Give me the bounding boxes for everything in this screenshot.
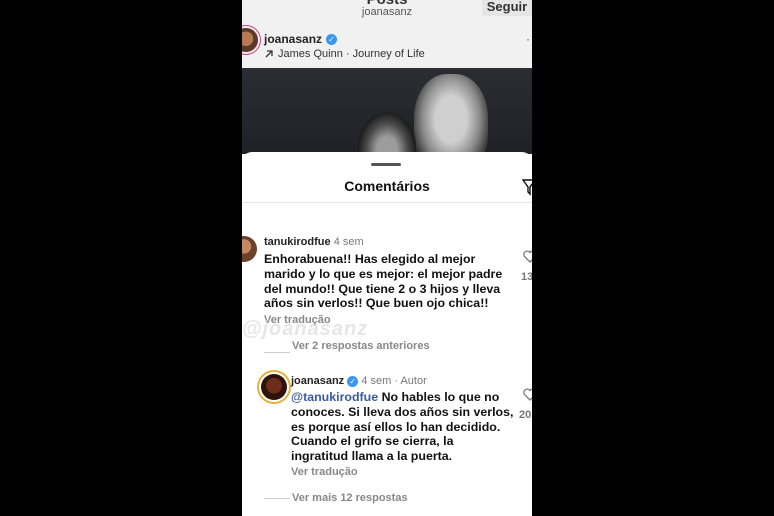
view-more-replies[interactable]: Ver mais 12 respostas <box>292 492 408 504</box>
heart-icon[interactable] <box>523 250 532 263</box>
comment-line: Cuando el grifo se cierra, la <box>291 434 454 449</box>
post-username[interactable]: joanasanz ✓ <box>264 32 338 46</box>
comment-meta: joanasanz ✓ 4 sem · Autor <box>291 375 427 387</box>
author-tag: · Autor <box>394 375 427 387</box>
more-options-icon[interactable]: · <box>526 32 530 46</box>
post-photo-person <box>358 112 416 154</box>
comment-line: No hables lo que no <box>378 390 500 404</box>
comment-line: del mundo!! Que tiene 2 o 3 hijos y llev… <box>264 281 501 296</box>
comments-title: Comentários <box>344 178 430 194</box>
divider <box>242 202 532 203</box>
replies-divider <box>264 498 290 499</box>
top-header: Posts joanasanz Seguir <box>242 0 532 22</box>
comment-text: Enhorabuena!! Has elegido al mejor marid… <box>264 252 502 311</box>
comment-line: es porque así ellos lo han decidido. <box>291 419 501 434</box>
comment-time: 4 sem <box>333 236 364 248</box>
like-count: 20 <box>519 409 532 421</box>
comments-sheet: Comentários tanukirodfue 4 sem Enhorabue… <box>242 152 532 516</box>
follow-button[interactable]: Seguir <box>482 0 532 16</box>
watermark: @joanasanz <box>242 318 369 340</box>
post-image[interactable] <box>242 68 532 154</box>
translate-link[interactable]: Ver tradução <box>291 466 358 478</box>
replies-divider <box>264 352 290 353</box>
comment-line: Enhorabuena!! Has elegido al mejor <box>264 252 476 266</box>
verified-icon: ✓ <box>326 33 338 45</box>
post-username-label: joanasanz <box>264 32 323 46</box>
comment-text: @tanukirodfue No hables lo que no conoce… <box>291 390 513 464</box>
drag-handle[interactable] <box>371 163 401 166</box>
comment-line: conoces. Si lleva dos años sin verlos, <box>291 404 514 419</box>
avatar[interactable] <box>242 236 257 262</box>
post-music[interactable]: James Quinn · Journey of Life <box>264 48 425 60</box>
post-photo-person <box>414 74 488 154</box>
verified-icon: ✓ <box>347 376 359 387</box>
comment-line: ingratitud llama a la puerta. <box>291 449 453 464</box>
arrow-up-right-icon <box>265 50 273 58</box>
mention-link[interactable]: @tanukirodfue <box>291 390 378 404</box>
phone-screen: Posts joanasanz Seguir joanasanz ✓ James… <box>242 0 532 516</box>
comment-username[interactable]: tanukirodfue <box>264 236 331 248</box>
avatar[interactable] <box>261 374 287 400</box>
comment-line: marido y lo que es mejor: el mejor padre <box>264 266 503 281</box>
heart-icon[interactable] <box>523 388 532 401</box>
post-header: joanasanz ✓ James Quinn · Journey of Lif… <box>242 22 532 68</box>
comment-meta: tanukirodfue 4 sem <box>264 236 364 248</box>
filter-icon[interactable] <box>522 178 532 196</box>
post-avatar[interactable] <box>242 28 258 52</box>
like-count: 13 <box>521 271 532 283</box>
comment-line: años sin verlos!! Que buen ojo chica!! <box>264 296 489 311</box>
comment-username[interactable]: joanasanz <box>291 375 344 387</box>
comment-time: 4 sem <box>361 375 392 387</box>
view-previous-replies[interactable]: Ver 2 respostas anteriores <box>292 340 430 352</box>
post-music-label: James Quinn · Journey of Life <box>278 48 425 60</box>
